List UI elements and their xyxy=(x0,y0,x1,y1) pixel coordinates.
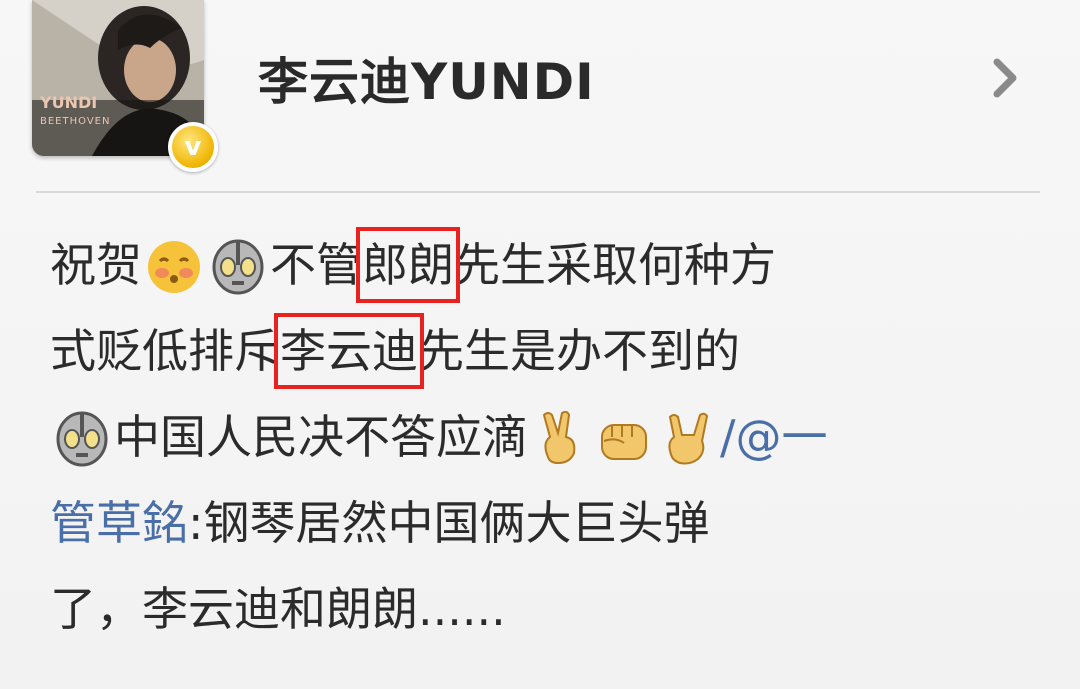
rock-hand-emoji xyxy=(658,407,718,467)
profile-header[interactable]: YUNDI BEETHOVEN v 李云迪YUNDI xyxy=(0,0,1080,185)
post-line-4: 管草銘 :钢琴居然中国俩大巨头弹 xyxy=(50,480,1040,566)
shy-face-emoji xyxy=(144,235,204,295)
post-text-segment: 了，李云迪和朗朗...... xyxy=(50,582,506,636)
victory-hand-emoji xyxy=(530,407,590,467)
post-text: 祝贺 不管 郎朗 先生采取何种方 式贬低排斥 李云迪 先生是办不到的 中国人民决… xyxy=(50,222,1040,652)
highlighted-name-langlang: 郎朗 xyxy=(356,227,460,303)
post-text-segment: 祝贺 xyxy=(50,238,142,292)
post-text-segment: 先生采取何种方 xyxy=(454,238,776,292)
post-line-1: 祝贺 不管 郎朗 先生采取何种方 xyxy=(50,222,1040,308)
post-line-5: 了，李云迪和朗朗...... xyxy=(50,566,1040,652)
divider xyxy=(36,191,1040,193)
post-line-2: 式贬低排斥 李云迪 先生是办不到的 xyxy=(50,308,1040,394)
verified-badge-icon: v xyxy=(168,122,218,172)
highlighted-name-liyundi: 李云迪 xyxy=(274,313,424,389)
fist-emoji xyxy=(594,407,654,467)
mention-link[interactable]: 管草銘 xyxy=(50,480,188,566)
post-line-3: 中国人民决不答应滴 /@一 xyxy=(50,394,1040,480)
post-text-tail: /@一 xyxy=(720,410,828,464)
post-text-segment: 先生是办不到的 xyxy=(418,324,740,378)
profile-name[interactable]: 李云迪YUNDI xyxy=(258,42,595,114)
weibo-post-card: YUNDI BEETHOVEN v 李云迪YUNDI 祝贺 不管 郎朗 先生采取… xyxy=(0,0,1080,689)
ultraman-emoji xyxy=(52,407,112,467)
ultraman-emoji xyxy=(208,235,268,295)
post-text-segment: 式贬低排斥 xyxy=(50,324,280,378)
avatar-title-text: YUNDI xyxy=(39,93,97,112)
avatar-subtitle-text: BEETHOVEN xyxy=(40,116,110,127)
post-text-segment: 不管 xyxy=(270,238,362,292)
verified-badge-letter: v xyxy=(184,132,202,162)
post-text-segment: :钢琴居然中国俩大巨头弹 xyxy=(188,496,710,550)
post-text-segment: 中国人民决不答应滴 xyxy=(114,410,528,464)
chevron-right-icon[interactable] xyxy=(985,56,1029,100)
